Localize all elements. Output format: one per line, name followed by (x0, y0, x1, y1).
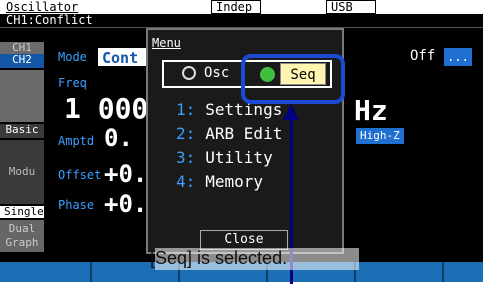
phase-label: Phase (58, 198, 95, 212)
menu-item-label: Memory (205, 172, 264, 191)
side-panel-blank (0, 70, 44, 122)
conflict-status-row: CH1:Conflict (0, 14, 483, 28)
indep-indicator: Indep (211, 0, 261, 14)
close-button[interactable]: Close (200, 230, 288, 250)
app-title: Oscillator (6, 0, 79, 14)
offset-value[interactable]: +0. (104, 160, 147, 188)
load-impedance-badge[interactable]: High-Z (356, 128, 404, 144)
freq-label: Freq (58, 76, 87, 90)
output-menu-button[interactable]: ... (444, 48, 472, 66)
menu-item-label: ARB Edit (205, 124, 283, 143)
menu-item-number: 4: (176, 172, 196, 191)
menu-item-label: Utility (205, 148, 273, 167)
freq-value[interactable]: 1 000 (64, 92, 148, 125)
osc-option-label: Osc (204, 65, 230, 81)
amptd-label: Amptd (58, 134, 95, 148)
modu-tab[interactable]: Modu (0, 140, 44, 204)
usb-indicator: USB (326, 0, 376, 14)
menu-item-number: 3: (176, 148, 196, 167)
osc-option[interactable]: Osc (182, 65, 229, 81)
menu-item-arb-edit[interactable]: 2: ARB Edit (176, 124, 282, 143)
channel-conflict-text: CH1:Conflict (6, 13, 93, 27)
channel-2-tab[interactable]: CH2 (0, 54, 44, 68)
basic-tab[interactable]: Basic (0, 124, 44, 138)
menu-title: Menu (152, 36, 181, 50)
selection-highlight-box (241, 54, 345, 104)
menu-item-utility[interactable]: 3: Utility (176, 148, 273, 167)
dual-graph-label: Dual Graph (5, 222, 39, 249)
freq-unit: Hz (354, 94, 388, 127)
single-tab[interactable]: Single (0, 206, 44, 218)
annotation-caption: [Seq] is selected. (150, 248, 288, 268)
menu-item-memory[interactable]: 4: Memory (176, 172, 263, 191)
mode-label: Mode (58, 50, 87, 64)
offset-label: Offset (58, 168, 102, 182)
radio-unselected-icon (182, 66, 196, 80)
menu-item-number: 2: (176, 124, 196, 143)
menu-item-number: 1: (176, 100, 196, 119)
phase-value[interactable]: +0. (104, 190, 147, 218)
top-status-bar: Oscillator Indep USB (0, 0, 483, 14)
dual-graph-tab[interactable]: Dual Graph (0, 220, 44, 252)
output-state: Off (410, 48, 436, 64)
oscillator-screen: Oscillator Indep USB CH1:Conflict CH1 CH… (0, 0, 483, 282)
mode-value: Cont (102, 49, 139, 67)
